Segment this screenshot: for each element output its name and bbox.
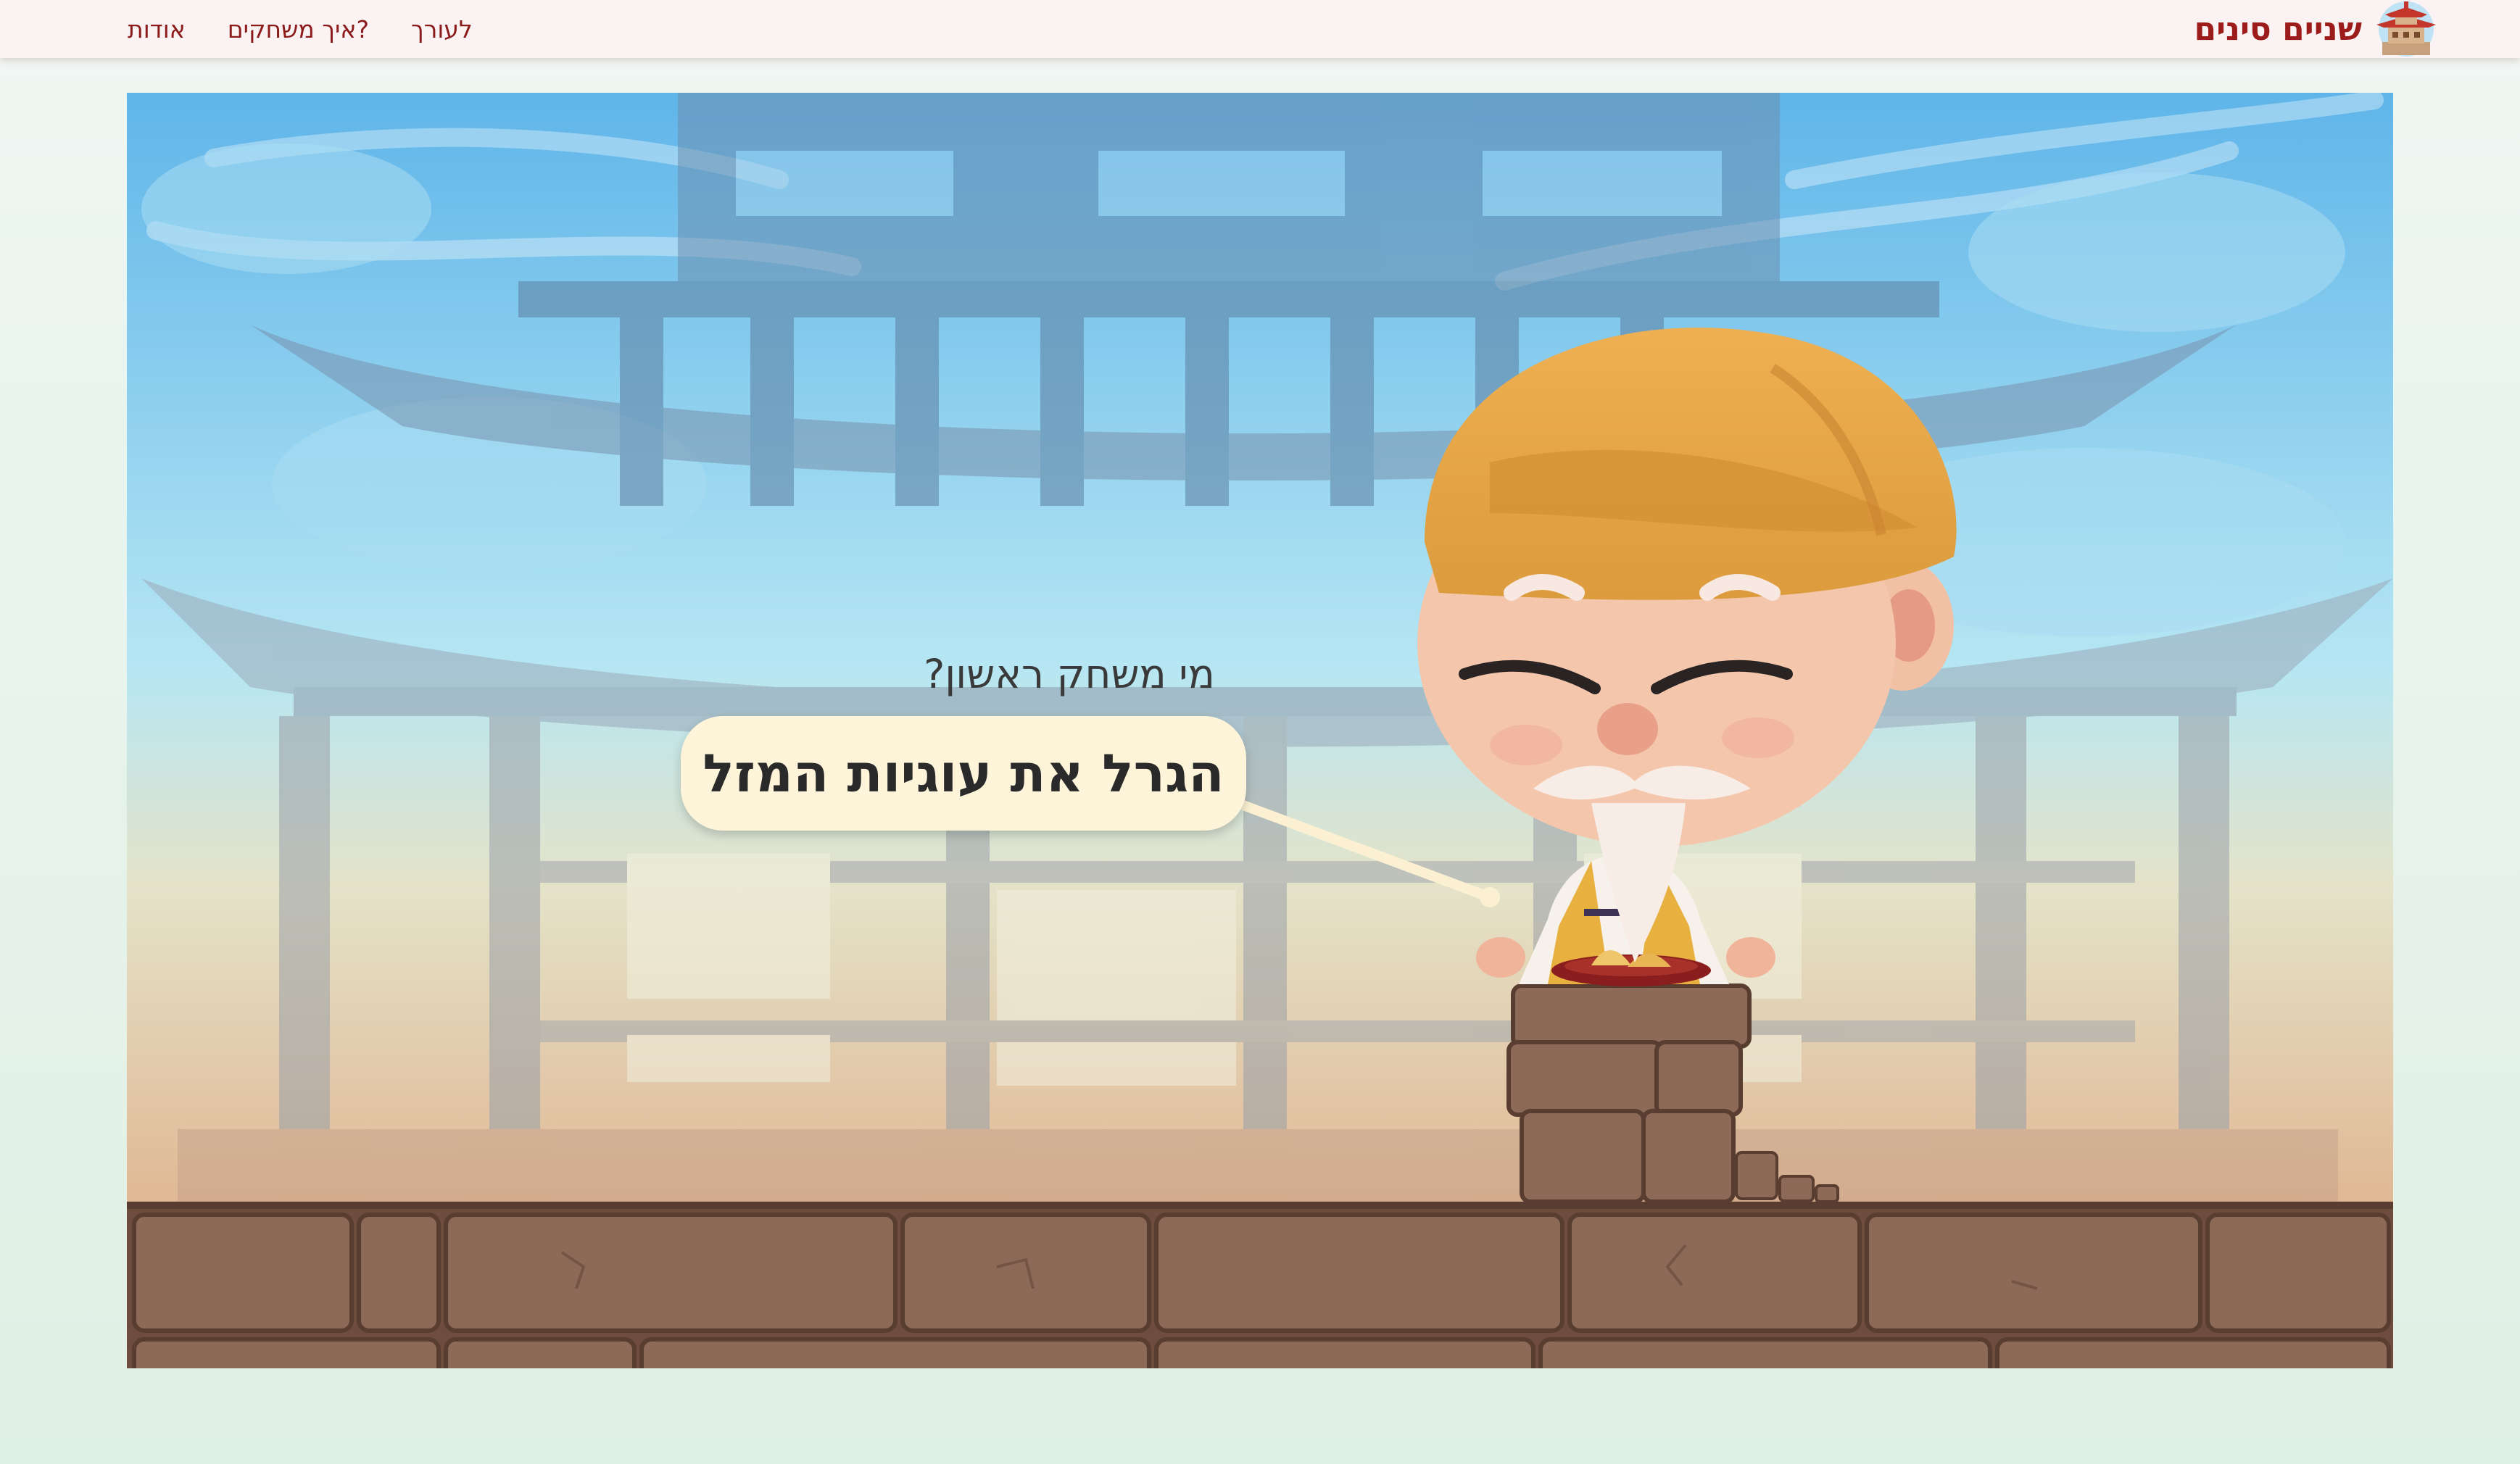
nav-link-about[interactable]: אודות	[128, 15, 186, 43]
nav-link-editor[interactable]: לעורך	[411, 15, 473, 43]
scene-background	[127, 93, 2393, 1368]
pagoda-logo-icon	[2376, 1, 2436, 57]
brand-name: שניים סינים	[2194, 10, 2362, 48]
draw-fortune-cookies-button[interactable]: הגרל את עוגיות המזל	[681, 716, 1246, 831]
main-nav: אודות איך משחקים? לעורך	[128, 0, 473, 58]
game-scene: מי משחק ראשון? הגרל את עוגיות המזל	[127, 93, 2393, 1368]
nav-link-how-to-play[interactable]: איך משחקים?	[228, 15, 369, 43]
who-plays-first-label: מי משחק ראשון?	[924, 651, 1215, 697]
brand[interactable]: שניים סינים	[2194, 0, 2440, 58]
top-navigation-bar: אודות איך משחקים? לעורך שניים סינים	[0, 0, 2520, 58]
